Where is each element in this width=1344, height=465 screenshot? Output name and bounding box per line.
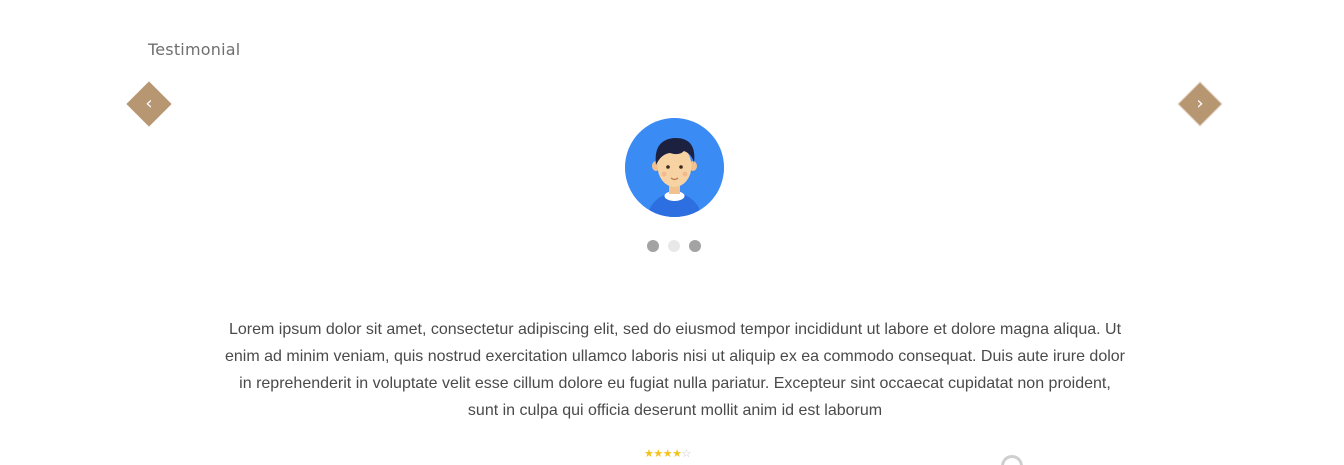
testimonial-section: Testimonial ‹ › Lorem ipsum dolor sit am… xyxy=(0,0,1344,465)
carousel-dot-3[interactable] xyxy=(689,240,701,252)
carousel-dot-2[interactable] xyxy=(668,240,680,252)
next-button[interactable]: › xyxy=(1177,81,1223,127)
avatar xyxy=(625,118,724,217)
star-empty-icon: ☆ xyxy=(681,448,692,460)
star-filled-icon: ★ xyxy=(644,448,654,460)
carousel-dots xyxy=(647,240,701,252)
carousel-dot-1[interactable] xyxy=(647,240,659,252)
user-avatar-icon xyxy=(625,118,724,217)
prev-button[interactable]: ‹ xyxy=(126,81,172,127)
chevron-left-icon: ‹ xyxy=(145,93,153,114)
section-title: Testimonial xyxy=(148,40,241,59)
star-filled-icon: ★ xyxy=(662,448,673,460)
circle-icon xyxy=(1001,455,1023,465)
star-rating: ★★★★☆ xyxy=(644,448,691,460)
testimonial-quote: Lorem ipsum dolor sit amet, consectetur … xyxy=(225,321,1125,419)
chevron-right-icon: › xyxy=(1196,93,1204,114)
star-filled-icon: ★ xyxy=(672,448,682,460)
star-filled-icon: ★ xyxy=(653,448,663,460)
